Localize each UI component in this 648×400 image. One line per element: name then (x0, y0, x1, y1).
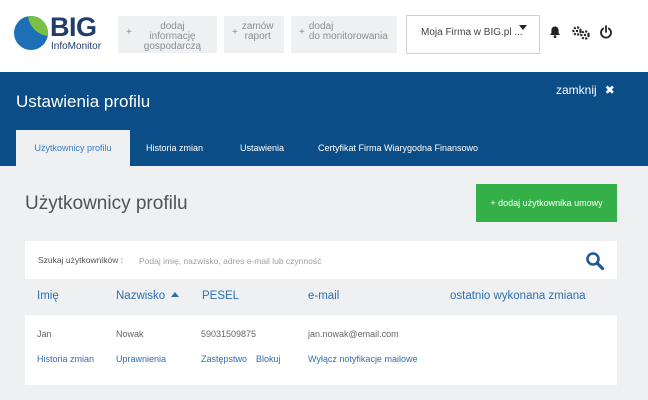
column-label: Nazwisko (116, 290, 166, 302)
column-label: ostatnio wykonana zmiana (450, 290, 586, 302)
disable-notifications-link[interactable]: Wyłącz notyfikacje mailowe (308, 354, 417, 364)
plus-icon: + (232, 27, 238, 38)
plus-icon: + (299, 27, 305, 38)
tab-certificate[interactable]: Certyfikat Firma Wiarygodna Finansowo (318, 130, 478, 166)
power-icon[interactable] (597, 25, 615, 43)
add-to-monitoring-button[interactable]: + dodaj do monitorowania (291, 16, 397, 53)
sort-ascending-icon (171, 292, 180, 297)
column-header-email[interactable]: e-mail (308, 290, 339, 302)
column-label: PESEL (202, 290, 240, 302)
search-icon[interactable] (585, 251, 605, 271)
big-infomonitor-logo[interactable]: BIG InfoMonitor (14, 12, 104, 54)
column-header-last-name[interactable]: Nazwisko (116, 290, 180, 302)
column-header-first-name[interactable]: Imię (37, 290, 59, 302)
first-name-cell: Jan (37, 329, 52, 339)
close-icon: ✖ (604, 83, 615, 97)
company-select-value: Moja Firma w BIG.pl ... (421, 27, 523, 38)
close-label: zamknij (556, 83, 597, 97)
tab-label: Ustawienia (240, 143, 285, 153)
history-link[interactable]: Historia zmian (37, 354, 94, 364)
table-row: Jan Nowak 59031509875 jan.nowak@email.co… (25, 315, 617, 385)
permissions-link[interactable]: Uprawnienia (116, 354, 166, 364)
settings-header: Ustawienia profilu zamknij ✖ Użytkownicy … (0, 72, 648, 166)
order-report-label: zamów raport (241, 21, 274, 42)
plus-icon: + (126, 27, 132, 38)
page-title: Ustawienia profilu (16, 92, 151, 111)
email-cell: jan.nowak@email.com (308, 329, 399, 339)
top-bar: BIG InfoMonitor + dodaj informację gospo… (0, 0, 648, 72)
substitute-link[interactable]: Zastępstwo (201, 354, 247, 364)
section-title: Użytkownicy profilu (25, 193, 188, 214)
block-link[interactable]: Blokuj (256, 354, 281, 364)
search-input[interactable] (139, 250, 559, 272)
add-business-info-label: dodaj informację gospodarczą (143, 21, 202, 52)
column-header-pesel[interactable]: PESEL (202, 290, 239, 302)
logo-mark-icon (14, 16, 48, 50)
column-header-last-change[interactable]: ostatnio wykonana zmiana (450, 290, 586, 302)
search-label: Szukaj użytkowników : (38, 255, 124, 265)
close-button[interactable]: zamknij ✖ (556, 83, 615, 97)
caret-down-icon (519, 25, 527, 30)
add-user-button[interactable]: + dodaj użytkownika umowy (476, 184, 617, 222)
logo-subtext: InfoMonitor (51, 41, 102, 52)
add-business-info-button[interactable]: + dodaj informację gospodarczą (118, 16, 217, 53)
company-select[interactable]: Moja Firma w BIG.pl ... (406, 15, 540, 54)
search-bar: Szukaj użytkowników : (25, 241, 617, 279)
tab-label: Certyfikat Firma Wiarygodna Finansowo (318, 143, 479, 153)
tab-profile-users[interactable]: Użytkownicy profilu (16, 130, 130, 166)
tab-label: Użytkownicy profilu (34, 143, 112, 153)
tab-label: Historia zmian (146, 143, 204, 153)
add-to-monitoring-label: dodaj do monitorowania (308, 21, 388, 42)
column-label: Imię (37, 290, 59, 302)
gears-icon[interactable] (570, 25, 592, 43)
logo-text: BIG (50, 12, 97, 42)
order-report-button[interactable]: + zamów raport (224, 16, 284, 53)
pesel-cell: 59031509875 (201, 329, 257, 339)
tab-change-history[interactable]: Historia zmian (146, 130, 203, 166)
bell-icon[interactable] (546, 25, 564, 43)
tab-settings[interactable]: Ustawienia (240, 130, 284, 166)
column-label: e-mail (308, 290, 340, 302)
last-name-cell: Nowak (116, 329, 144, 339)
